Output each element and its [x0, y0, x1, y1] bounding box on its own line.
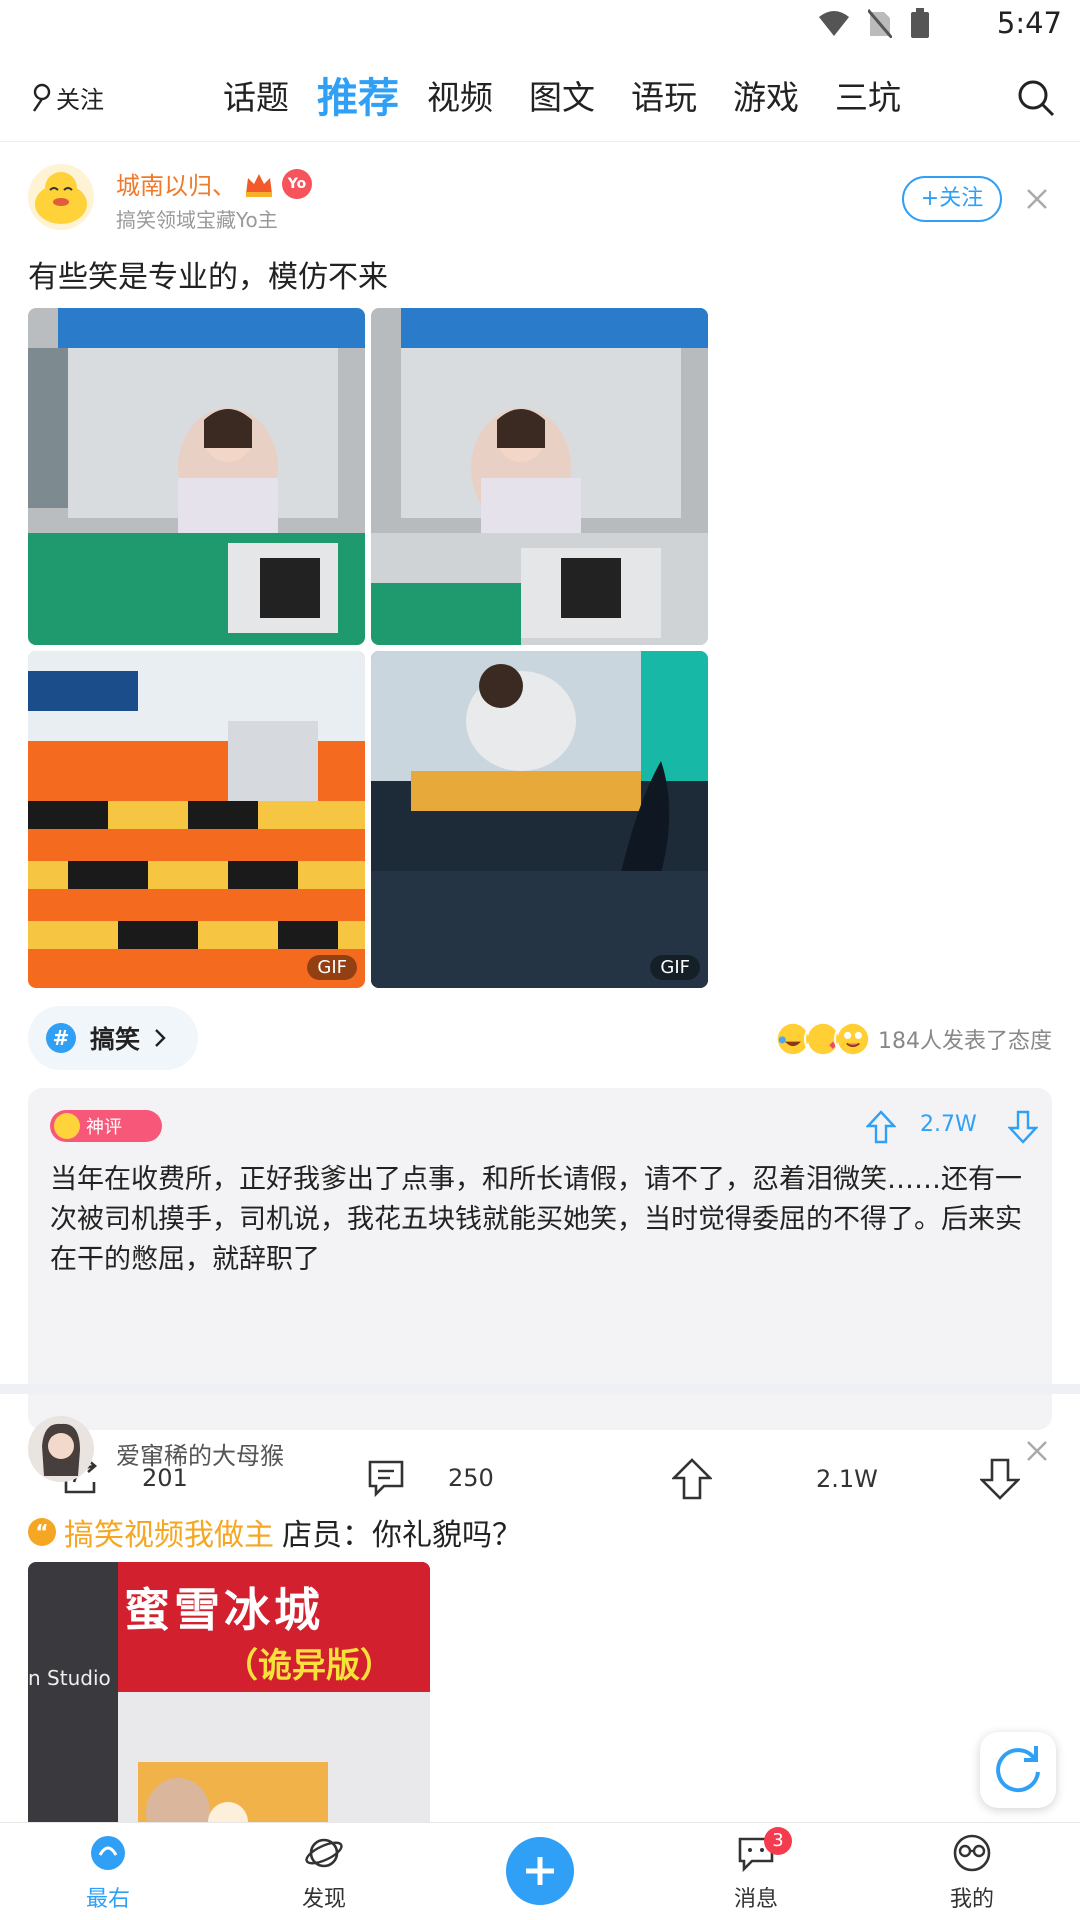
quote-icon: “ — [28, 1518, 56, 1546]
follow-button[interactable]: +关注 — [902, 176, 1002, 222]
author-avatar[interactable] — [28, 1416, 94, 1482]
close-icon[interactable] — [1020, 1434, 1054, 1468]
post-title[interactable]: “ 搞笑视频我做主 店员：你礼貌吗？ — [28, 1510, 522, 1554]
nav-home-label: 最右 — [85, 1887, 130, 1912]
top-nav: 关注 话题 推荐 视频 图文 语玩 游戏 三坑 — [0, 58, 1080, 142]
topic-name: 搞笑 — [90, 1025, 141, 1054]
feed-divider — [0, 1384, 1080, 1394]
tab-games[interactable]: 游戏 — [715, 68, 817, 128]
tab-recommend[interactable]: 推荐 — [307, 68, 409, 128]
follow-tab[interactable]: 关注 — [30, 80, 104, 115]
tab-sankeng[interactable]: 三坑 — [817, 68, 919, 128]
upvote-icon — [672, 1458, 712, 1500]
comment-text: 当年在收费所，正好我爹出了点事，和所长请假，请不了，忍着泪微笑……还有一次被司机… — [50, 1164, 1022, 1275]
downvote-icon — [980, 1458, 1020, 1500]
status-icons — [818, 8, 930, 38]
video-thumbnail[interactable]: 蜜雪冰城 （诡异版） n Studio — [28, 1562, 430, 1832]
comment-icon — [368, 1460, 404, 1498]
topic-tag[interactable]: # 搞笑 — [28, 1006, 198, 1070]
tab-topics[interactable]: 话题 — [205, 68, 307, 128]
unread-badge: 3 — [764, 1827, 792, 1855]
reactions-summary[interactable]: 184人发表了态度 — [774, 1020, 1052, 1058]
reaction-emojis — [774, 1020, 872, 1058]
nav-discover-label: 发现 — [301, 1887, 346, 1912]
follow-tab-label: 关注 — [56, 86, 104, 114]
home-logo-icon — [91, 1836, 125, 1870]
plus-icon — [526, 1857, 554, 1885]
topic-link[interactable]: 搞笑视频我做主 — [64, 1510, 274, 1554]
comment-count: 250 — [448, 1464, 494, 1492]
author-name[interactable]: 爱窜稀的大母猴 — [116, 1436, 284, 1471]
top-comment[interactable]: 神评 2.7W 当年在收费所，正好我爹出了点事，和所长请假，请不了，忍着泪微笑…… — [28, 1088, 1052, 1430]
wifi-icon — [819, 11, 849, 36]
yo-badge: Yo — [282, 168, 312, 199]
upvote-icon[interactable] — [866, 1110, 896, 1144]
like-count: 2.1W — [816, 1465, 878, 1493]
video-sign-line1: 蜜雪冰城 — [124, 1583, 324, 1637]
comment-likes: 2.7W — [920, 1112, 977, 1137]
nav-me[interactable]: 我的 — [922, 1833, 1022, 1913]
crown-badge-icon — [246, 173, 272, 197]
post-title-text: 店员：你礼貌吗？ — [282, 1518, 522, 1553]
author-subtitle: 搞笑领域宝藏Yo主 — [116, 208, 278, 232]
close-icon[interactable] — [1020, 182, 1054, 216]
hashtag-icon: # — [46, 1023, 76, 1053]
god-comment-badge: 神评 — [50, 1110, 162, 1142]
reactions-text: 184人发表了态度 — [878, 1029, 1052, 1054]
nav-me-label: 我的 — [949, 1887, 994, 1912]
gif-badge: GIF — [650, 955, 700, 980]
video-wall-text: n Studio — [28, 1666, 111, 1690]
post-image[interactable] — [28, 308, 365, 645]
post-add-button[interactable] — [506, 1837, 574, 1905]
comment-button[interactable]: 250 — [366, 1458, 494, 1498]
no-sim-icon — [868, 9, 892, 38]
planet-icon — [305, 1838, 343, 1868]
downvote-button[interactable] — [980, 1458, 1020, 1500]
post-title[interactable]: 有些笑是专业的，模仿不来 — [28, 252, 388, 296]
nav-messages[interactable]: 3 消息 — [706, 1827, 806, 1913]
smile-face-icon — [54, 1113, 80, 1139]
post-gif[interactable]: GIF — [28, 651, 365, 988]
nav-home[interactable]: 最右 — [58, 1833, 158, 1913]
tab-strip: 话题 推荐 视频 图文 语玩 游戏 三坑 — [205, 68, 919, 128]
profile-glasses-icon — [953, 1834, 991, 1872]
person-icon — [33, 83, 51, 112]
author-name[interactable]: 城南以归、 — [116, 166, 236, 201]
status-bar: 5:47 — [0, 0, 1080, 48]
tab-voice[interactable]: 语玩 — [613, 68, 715, 128]
video-sign-line2: （诡异版） — [224, 1646, 394, 1686]
battery-icon — [911, 8, 929, 38]
refresh-button[interactable] — [980, 1732, 1056, 1808]
post-gif[interactable]: GIF — [371, 651, 708, 988]
upvote-button[interactable]: 2.1W — [672, 1458, 878, 1500]
god-comment-label: 神评 — [86, 1117, 122, 1138]
search-icon[interactable] — [1016, 78, 1056, 118]
image-grid: GIF GIF — [28, 308, 708, 988]
tab-image-text[interactable]: 图文 — [511, 68, 613, 128]
author-avatar[interactable] — [28, 164, 94, 230]
silly-emoji-icon — [834, 1020, 872, 1058]
post-image[interactable] — [371, 308, 708, 645]
chevron-right-icon — [155, 1029, 166, 1047]
tab-video[interactable]: 视频 — [409, 68, 511, 128]
clock: 5:47 — [996, 6, 1062, 40]
nav-messages-label: 消息 — [733, 1887, 778, 1912]
gif-badge: GIF — [307, 955, 357, 980]
nav-discover[interactable]: 发现 — [274, 1833, 374, 1913]
author-name-row: 城南以归、 Yo — [116, 166, 312, 201]
bottom-nav: 最右 发现 3 消息 我的 — [0, 1822, 1080, 1920]
downvote-icon[interactable] — [1008, 1110, 1038, 1144]
